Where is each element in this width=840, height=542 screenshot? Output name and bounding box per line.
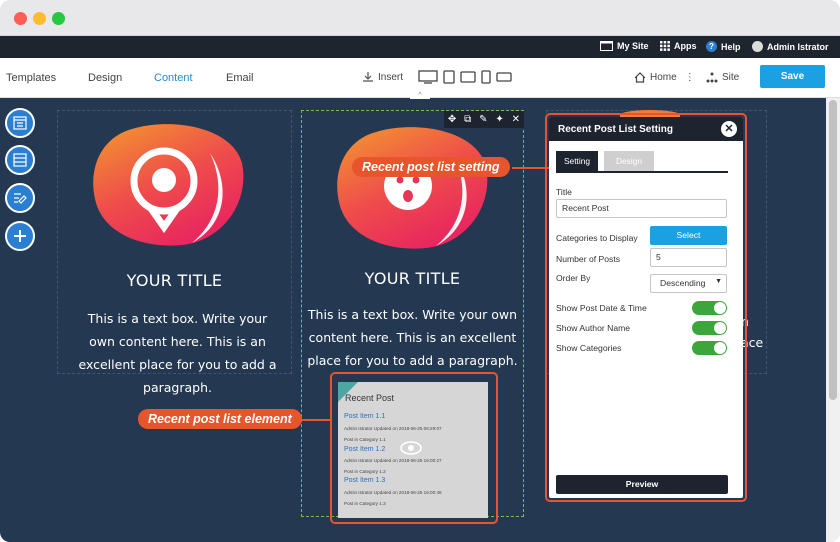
toggle-categories[interactable] [692,341,727,355]
section-icon [13,153,27,167]
close-panel-icon[interactable]: ✕ [721,121,737,137]
desktop-view-icon[interactable] [418,70,438,84]
plus-icon [14,230,26,242]
home-page-selector[interactable]: Home ⋮ [634,72,695,83]
minimize-window-button[interactable] [33,12,46,25]
preview-button[interactable]: Preview [556,475,728,494]
toggle-label-categories: Show Categories [556,343,622,353]
column-2-text: This is a text box. Write your own conte… [307,307,518,368]
sections-button[interactable] [5,145,35,175]
tab-email[interactable]: Email [226,72,254,84]
save-button[interactable]: Save [760,65,825,88]
sitemap-icon [706,72,718,83]
toggle-date-time[interactable] [692,301,727,315]
user-name: Admin Istrator [767,41,829,52]
dropdown-arrow-icon: ▼ [715,278,722,285]
recent-post-setting-callout: Recent post list setting [352,157,510,177]
toggle-label-date-time: Show Post Date & Time [556,303,647,313]
app-window: My Site Apps ? Help Admin Istrator Templ… [0,0,840,542]
insert-icon [363,72,373,82]
order-by-label: Order By [556,273,591,283]
vertical-scrollbar[interactable] [826,98,840,542]
top-bar: My Site Apps ? Help Admin Istrator [0,36,840,58]
number-of-posts-input[interactable]: 5 [650,248,727,267]
help-icon: ? [706,41,717,52]
my-site-label: My Site [617,41,649,51]
site-menu[interactable]: Site [706,72,739,83]
tablet-view-icon[interactable] [443,70,455,84]
copy-icon[interactable]: ⧉ [464,114,471,125]
help-label: Help [721,41,741,52]
tab-setting[interactable]: Setting [556,151,598,171]
edit-list-icon [14,193,27,204]
scrollbar-thumb[interactable] [829,100,837,400]
select-categories-button[interactable]: Select [650,226,727,245]
panel-title: Recent Post List Setting [549,117,743,141]
location-pin-icon [93,124,244,246]
my-site-link[interactable]: My Site [600,41,649,51]
title-input[interactable]: Recent Post [556,199,727,218]
recent-post-element-callout: Recent post list element [138,409,302,429]
close-icon[interactable]: ✕ [512,114,520,125]
collapse-toolbar-handle[interactable]: ^ [410,91,430,99]
home-label: Home [650,72,677,83]
page-layout-icon [13,116,27,130]
title-bar [0,0,840,36]
tablet-landscape-view-icon[interactable] [460,70,476,84]
toggle-label-author: Show Author Name [556,323,631,333]
recent-post-settings-panel: Recent Post List Setting ✕ Setting Desig… [549,117,743,498]
tab-templates[interactable]: Templates [6,72,56,84]
order-by-value: Descending [660,278,706,288]
add-element-button[interactable] [5,221,35,251]
site-label: Site [722,72,740,83]
pages-button[interactable] [5,108,35,138]
number-of-posts-label: Number of Posts [556,254,620,264]
phone-view-icon[interactable] [481,70,491,84]
maximize-window-button[interactable] [52,12,65,25]
tab-underline [556,171,728,173]
edit-content-button[interactable] [5,183,35,213]
home-icon [634,72,646,83]
callout-connector-element [302,419,332,421]
recent-post-highlight-frame [330,372,498,524]
avatar [752,41,763,52]
tab-design[interactable]: Design [88,72,122,84]
toggle-author-name[interactable] [692,321,727,335]
apps-label: Apps [674,41,697,51]
order-by-select[interactable]: Descending ▼ [650,274,727,293]
help-link[interactable]: ? Help [706,41,741,52]
tab-design-panel[interactable]: Design [604,151,654,171]
user-menu[interactable]: Admin Istrator [752,41,829,52]
more-vertical-icon[interactable]: ⋮ [685,72,695,83]
move-icon[interactable]: ✥ [448,114,456,125]
emoji-face-icon [337,127,488,249]
title-label: Title [556,187,572,197]
edit-pencil-icon[interactable]: ✎ [479,114,487,125]
column-1-text: This is a text box. Write your own conte… [78,311,277,395]
settings-wand-icon[interactable]: ✦ [495,114,503,125]
monitor-icon [600,41,613,51]
phone-landscape-view-icon[interactable] [496,70,512,84]
tab-content[interactable]: Content [154,72,193,84]
column-2-title: YOUR TITLE [364,269,461,288]
insert-label: Insert [378,71,404,83]
device-switcher [418,70,512,84]
insert-button[interactable]: Insert [362,71,403,83]
close-window-button[interactable] [14,12,27,25]
apps-link[interactable]: Apps [660,41,697,51]
categories-label: Categories to Display [556,233,638,243]
apps-grid-icon [660,41,670,51]
column-1-title: YOUR TITLE [126,271,223,290]
